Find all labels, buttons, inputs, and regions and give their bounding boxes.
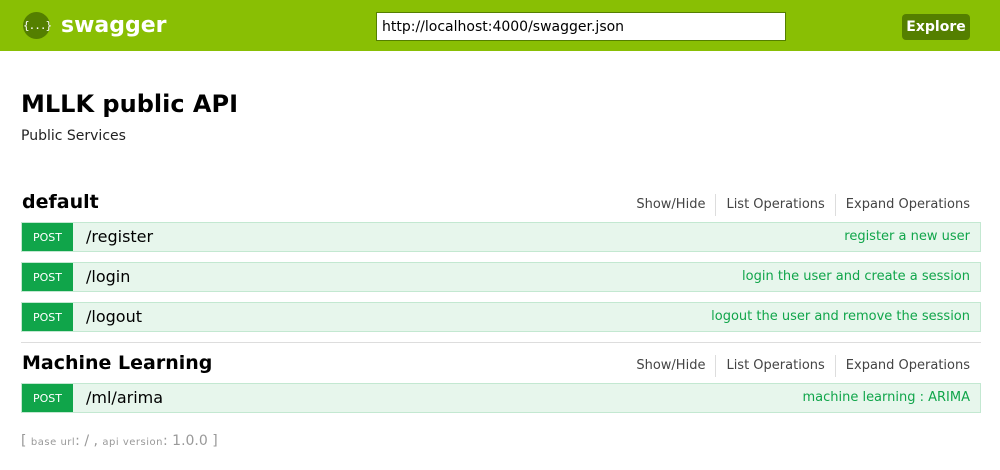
swagger-logo-icon[interactable]: {...}: [23, 12, 52, 39]
resource-divider: [21, 342, 981, 343]
operation-path[interactable]: /login: [86, 263, 130, 291]
footer-close-bracket: ]: [212, 433, 218, 449]
operation-row[interactable]: POST /login login the user and create a …: [21, 262, 981, 292]
api-info-footer: [ base url: / , api version: 1.0.0 ]: [21, 433, 218, 449]
http-method-badge[interactable]: POST: [22, 223, 73, 251]
http-method-badge[interactable]: POST: [22, 263, 73, 291]
operation-summary[interactable]: machine learning : ARIMA: [802, 384, 970, 412]
operation-path[interactable]: /ml/arima: [86, 384, 163, 412]
operation-row[interactable]: POST /register register a new user: [21, 222, 981, 252]
api-version-label: api version: [102, 437, 163, 448]
operation-summary[interactable]: logout the user and remove the session: [711, 303, 970, 331]
expand-operations-link[interactable]: Expand Operations: [834, 355, 970, 377]
list-operations-link[interactable]: List Operations: [715, 355, 834, 377]
operation-summary[interactable]: login the user and create a session: [742, 263, 970, 291]
base-url-label: base url: [30, 437, 76, 448]
operation-row[interactable]: POST /ml/arima machine learning : ARIMA: [21, 383, 981, 413]
list-operations-link[interactable]: List Operations: [715, 194, 834, 216]
top-bar: {...} swagger Explore: [0, 0, 1000, 51]
base-url-value: /: [84, 433, 90, 449]
show-hide-link[interactable]: Show/Hide: [636, 194, 715, 216]
show-hide-link[interactable]: Show/Hide: [636, 355, 715, 377]
operation-summary[interactable]: register a new user: [844, 223, 970, 251]
resource-options-machine-learning: Show/Hide List Operations Expand Operati…: [636, 355, 970, 377]
spec-url-input[interactable]: [376, 12, 786, 41]
explore-button[interactable]: Explore: [902, 14, 970, 40]
operation-row[interactable]: POST /logout logout the user and remove …: [21, 302, 981, 332]
api-description: Public Services: [21, 128, 126, 144]
operation-path[interactable]: /register: [86, 223, 153, 251]
resource-title-default[interactable]: default: [22, 190, 99, 214]
footer-open-bracket: [: [21, 433, 27, 449]
api-version-value: 1.0.0: [172, 433, 208, 449]
resource-options-default: Show/Hide List Operations Expand Operati…: [636, 194, 970, 216]
http-method-badge[interactable]: POST: [22, 384, 73, 412]
http-method-badge[interactable]: POST: [22, 303, 73, 331]
api-title: MLLK public API: [21, 90, 238, 118]
resource-title-machine-learning[interactable]: Machine Learning: [22, 351, 212, 375]
brand-name[interactable]: swagger: [61, 11, 167, 40]
operation-path[interactable]: /logout: [86, 303, 142, 331]
expand-operations-link[interactable]: Expand Operations: [834, 194, 970, 216]
